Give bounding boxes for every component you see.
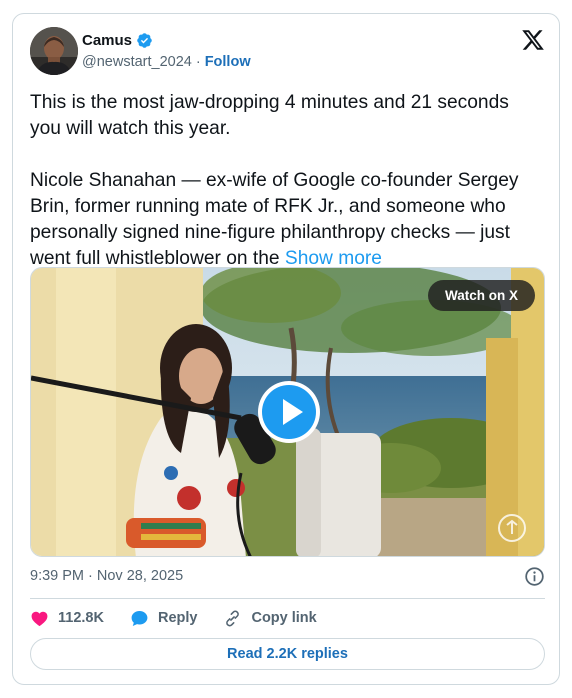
show-more-link[interactable]: Show more [285, 248, 382, 269]
info-icon[interactable] [524, 566, 545, 587]
follow-button[interactable]: Follow [205, 54, 251, 70]
avatar[interactable] [30, 27, 78, 75]
replay-icon [498, 514, 526, 542]
author-handle[interactable]: @newstart_2024 [82, 54, 192, 70]
like-count: 112.8K [58, 610, 104, 626]
like-button[interactable]: 112.8K [30, 609, 104, 628]
divider [30, 598, 545, 599]
read-replies-button[interactable]: Read 2.2K replies [30, 638, 545, 670]
link-icon [226, 610, 240, 626]
watch-on-x-button[interactable]: Watch on X [428, 280, 535, 311]
reply-label: Reply [157, 610, 198, 626]
tweet-timestamp[interactable]: 9:39 PM · Nov 28, 2025 [30, 568, 183, 584]
video-player[interactable]: Watch on X [30, 267, 545, 557]
tweet-paragraph-1: This is the most jaw-dropping 4 minutes … [30, 92, 509, 139]
verified-badge-icon [137, 33, 152, 48]
play-icon[interactable] [257, 380, 321, 444]
copy-link-button[interactable]: Copy link [223, 609, 317, 628]
author-display-name[interactable]: Camus [82, 32, 132, 49]
tweet-paragraph-2-text: Nicole Shanahan — ex-wife of Google co-f… [30, 170, 519, 269]
copy-link-label: Copy link [251, 610, 317, 626]
author-handle-row: @newstart_2024 · Follow [82, 54, 251, 70]
handle-separator: · [195, 54, 201, 70]
reply-button[interactable]: Reply [130, 609, 198, 628]
x-logo-icon[interactable] [521, 28, 545, 52]
tweet-card: Camus @newstart_2024 · Follow This is th… [12, 13, 560, 685]
tweet-text: This is the most jaw-dropping 4 minutes … [30, 90, 545, 272]
heart-icon [31, 611, 48, 626]
tweet-paragraph-2: Nicole Shanahan — ex-wife of Google co-f… [30, 168, 545, 272]
author-name-row: Camus [82, 32, 153, 49]
action-bar: 112.8K Reply Copy link [30, 606, 343, 630]
speech-bubble-icon [131, 610, 148, 626]
